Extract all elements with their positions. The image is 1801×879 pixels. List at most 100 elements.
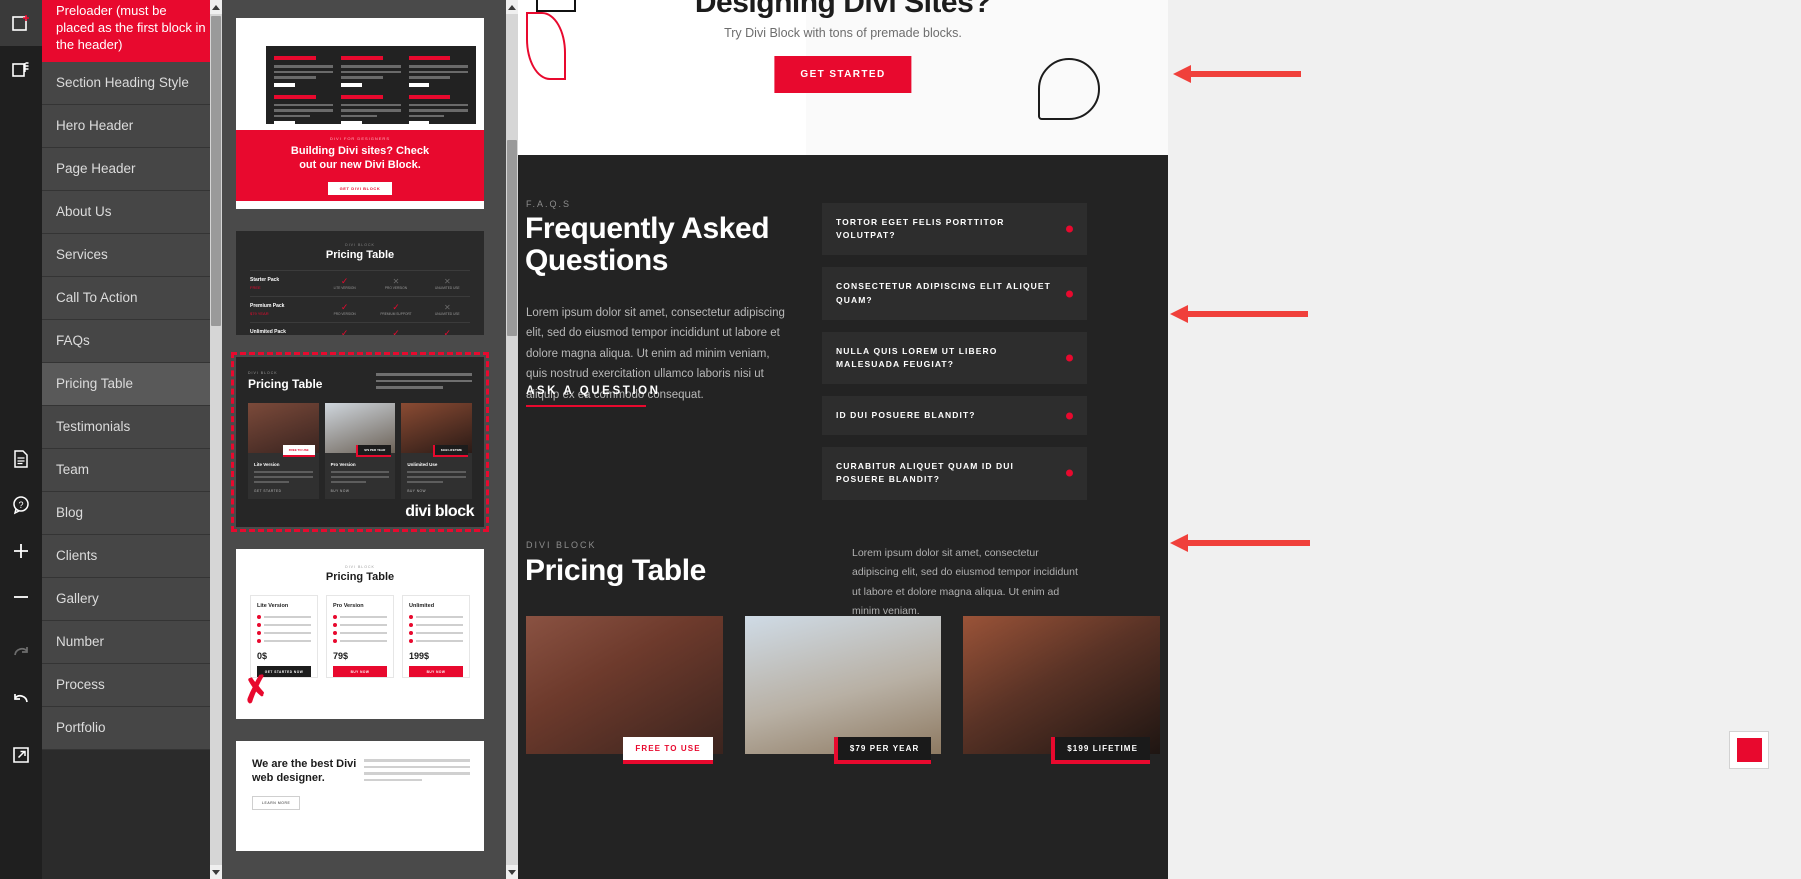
divi-block-logo: divi block (405, 503, 474, 520)
sidebar-item-clients[interactable]: Clients (42, 535, 222, 578)
sidebar-item-preloader[interactable]: Preloader (must be placed as the first b… (42, 0, 222, 62)
plan-cta[interactable]: BUY NOW (331, 489, 390, 493)
sidebar-item-team[interactable]: Team (42, 449, 222, 492)
faq-accordion-item[interactable]: TORTOR EGET FELIS PORTTITOR VOLUTPAT? (822, 203, 1087, 256)
faq-accordion-item[interactable]: NULLA QUIS LOREM UT LIBERO MALESUADA FEU… (822, 331, 1087, 385)
sidebar-item-hero-header[interactable]: Hero Header (42, 105, 222, 148)
chevron-down-icon (508, 869, 516, 875)
pricing-card[interactable]: FREE TO USE (526, 616, 723, 764)
minus-icon[interactable] (0, 574, 42, 620)
sidebar-scrollbar[interactable] (210, 0, 222, 879)
pricing-card-badge: FREE TO USE (623, 737, 713, 764)
sidebar-item-label: Clients (56, 548, 98, 564)
help-icon[interactable]: ? (0, 482, 42, 528)
sidebar-item-pricing-table[interactable]: Pricing Table (42, 363, 222, 406)
sidebar-item-faqs[interactable]: FAQs (42, 320, 222, 363)
thumbnail-pricing-light[interactable]: DIVI BLOCK Pricing Table Lite Version 0$… (236, 549, 484, 719)
faq-toggle-dot-icon[interactable] (1066, 290, 1073, 298)
thumbnail-about[interactable]: We are the best Divi web designer. LEARN… (236, 741, 484, 851)
row-cell: PRO VERSION (384, 285, 408, 290)
hero-get-started-button[interactable]: GET STARTED (774, 56, 912, 93)
sidebar-item-label: Number (56, 634, 105, 650)
undo-icon[interactable] (0, 676, 42, 722)
document-icon[interactable] (0, 436, 42, 482)
external-link-icon[interactable] (0, 732, 42, 778)
row-name: Unlimited Pack (250, 329, 286, 335)
scroll-down-button[interactable] (506, 865, 518, 879)
plan-cta[interactable]: BUY NOW (333, 666, 387, 677)
thumb-headline-line2: web designer. (252, 772, 325, 785)
thumb-headline-line2: out our new Divi Block. (299, 159, 421, 171)
arrow-shaft (1185, 311, 1308, 317)
scroll-up-button[interactable] (210, 0, 222, 14)
faq-heading-line1: Frequently Asked (525, 212, 770, 245)
scroll-up-button[interactable] (506, 0, 518, 14)
add-block-icon[interactable] (0, 0, 42, 46)
plan-price: 79$ (333, 651, 349, 661)
table-row: Unlimited Pack$199 LIFETIME ✓LITE VERSIO… (250, 322, 470, 335)
thumbnail-pricing-dark[interactable]: DIVI BLOCK Pricing Table Starter Pack FRE… (236, 231, 484, 335)
sidebar-item-section-heading-style[interactable]: Section Heading Style (42, 62, 222, 105)
faq-accordion: TORTOR EGET FELIS PORTTITOR VOLUTPAT? CO… (822, 203, 1087, 512)
thumb-title: Pricing Table (325, 249, 395, 261)
row-cell: UNLIMITED USE (435, 311, 460, 316)
thumbnail-call-to-action[interactable]: DIVI FOR DESIGNERS Building Divi sites? … (236, 18, 484, 209)
sidebar-scroll-thumb[interactable] (211, 16, 221, 326)
sidebar-item-portfolio[interactable]: Portfolio (42, 707, 222, 750)
row-cell: LITE VERSION (333, 286, 356, 290)
redo-icon[interactable] (0, 630, 42, 676)
faq-question-text: NULLA QUIS LOREM UT LIBERO MALESUADA FEU… (836, 345, 998, 369)
faq-accordion-item[interactable]: CURABITUR ALIQUET QUAM ID DUI POSUERE BL… (822, 447, 1087, 500)
faq-accordion-item[interactable]: CONSECTETUR ADIPISCING ELIT ALIQUET QUAM… (822, 267, 1087, 320)
plus-icon[interactable] (0, 528, 42, 574)
sidebar-item-services[interactable]: Services (42, 234, 222, 277)
plan-cta[interactable]: BUY NOW (407, 489, 466, 493)
scroll-down-button[interactable] (210, 865, 222, 879)
chevron-up-icon (508, 4, 516, 10)
sidebar-item-testimonials[interactable]: Testimonials (42, 406, 222, 449)
faq-toggle-dot-icon[interactable] (1066, 469, 1073, 477)
sidebar-item-about-us[interactable]: About Us (42, 191, 222, 234)
faq-toggle-dot-icon[interactable] (1066, 225, 1073, 233)
plan-price: 0$ (257, 651, 268, 661)
plan-name: Pro Version (330, 462, 356, 467)
preview-scroll-thumb[interactable] (507, 140, 517, 336)
faq-ask-question-link[interactable]: ASK A QUESTION (526, 385, 661, 407)
thumb-cta-button[interactable]: GET DIVI BLOCK (327, 181, 393, 195)
sidebar-item-number[interactable]: Number (42, 621, 222, 664)
pricing-card[interactable]: $199 LIFETIME (963, 616, 1161, 764)
svg-text:?: ? (18, 500, 23, 510)
red-swatch-fill (1736, 738, 1762, 762)
pricing-lead-text: Lorem ipsum dolor sit amet, consectetur … (852, 547, 1078, 618)
table-row: Premium Pack $79 YEAR ✓ PRO VERSION ✓ PREMI… (250, 296, 470, 322)
sidebar-item-blog[interactable]: Blog (42, 492, 222, 535)
row-cell: PRO VERSION (333, 312, 356, 316)
canvas-gutter (1168, 0, 1801, 879)
sidebar-item-call-to-action[interactable]: Call To Action (42, 277, 222, 320)
preview-panel-scrollbar[interactable] (506, 0, 518, 879)
plan-cta[interactable]: GET STARTED (254, 489, 313, 493)
faq-toggle-dot-icon[interactable] (1066, 412, 1073, 420)
faq-toggle-dot-icon[interactable] (1066, 354, 1073, 362)
sidebar-item-gallery[interactable]: Gallery (42, 578, 222, 621)
plan-name: Lite Version (257, 603, 289, 609)
thumb-learn-more-button[interactable]: LEARN MORE (252, 795, 301, 810)
thumb-paragraph (364, 759, 470, 785)
pricing-card[interactable]: $79 PER YEAR (744, 616, 942, 764)
arrow-faq-annotation (1170, 305, 1308, 323)
faq-section: F.A.Q.S Frequently Asked Questions Lorem … (518, 155, 1168, 540)
sidebar-item-page-header[interactable]: Page Header (42, 148, 222, 191)
hero-section: Designing Divi Sites? Try Divi Block wit… (518, 0, 1168, 155)
plan-cta[interactable]: BUY NOW (409, 666, 463, 677)
faq-question-text: CONSECTETUR ADIPISCING ELIT ALIQUET QUAM… (836, 281, 1051, 305)
sidebar-item-label: Pricing Table (56, 376, 134, 392)
plan-name: Unlimited (409, 603, 435, 609)
layers-icon[interactable] (0, 46, 42, 92)
hero-subhead: Try Divi Block with tons of premade bloc… (724, 26, 962, 40)
thumb-dark-grid (266, 46, 476, 125)
red-color-swatch[interactable] (1729, 731, 1769, 769)
sidebar-item-label: Page Header (56, 161, 136, 177)
faq-accordion-item[interactable]: ID DUI POSUERE BLANDIT? (822, 396, 1087, 436)
thumbnail-pricing-selected[interactable]: DIVI BLOCK Pricing Table FREE TO USE Lit… (231, 352, 489, 532)
sidebar-item-process[interactable]: Process (42, 664, 222, 707)
